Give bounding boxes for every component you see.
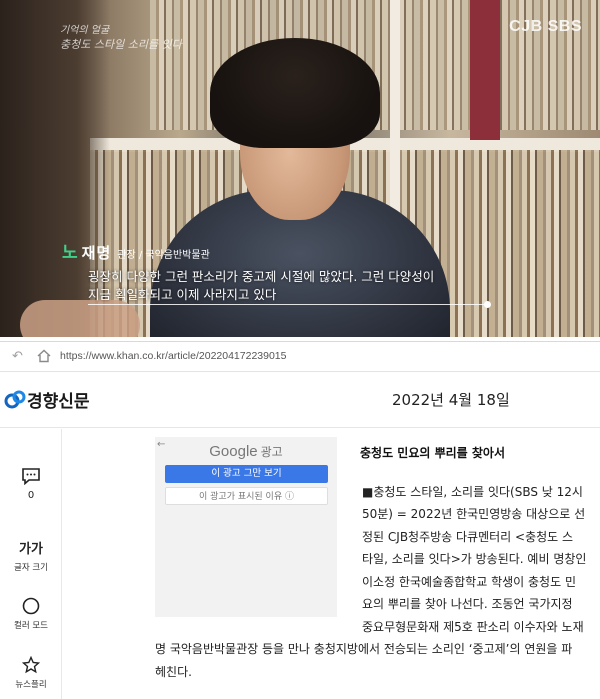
red-record-spine bbox=[470, 0, 500, 140]
comment-count: 0 bbox=[27, 490, 35, 501]
newspaper-masthead: 경향신문 2022년 4월 18일 bbox=[0, 372, 600, 428]
url-field[interactable]: https://www.khan.co.kr/article/202204172… bbox=[60, 350, 286, 362]
broadcaster-logo: CJB SBS bbox=[509, 18, 582, 35]
article-line: 중요무형문화재 제5호 판소리 이수자와 노재 bbox=[362, 620, 584, 634]
newsplay-label: 뉴스플리 bbox=[15, 680, 47, 690]
google-wordmark: Google bbox=[209, 443, 258, 460]
font-size-icon: 가가 bbox=[19, 542, 43, 557]
color-mode-button[interactable]: 컬러 모드 bbox=[0, 597, 62, 631]
font-size-label: 글자 크기 bbox=[14, 563, 48, 573]
subtitle-line1: 굉장히 다양한 그런 판소리가 중고제 시절에 많았다. 그런 다양성이 bbox=[88, 269, 435, 284]
address-bar: ↶ https://www.khan.co.kr/article/2022041… bbox=[0, 342, 600, 372]
google-ad-brand: Google 광고 bbox=[155, 443, 337, 460]
comment-icon bbox=[22, 468, 40, 485]
interviewee-hair bbox=[210, 38, 380, 148]
ad-label: 광고 bbox=[260, 445, 283, 459]
article-line: 50분) = 2022년 한국민영방송 대상으로 선 bbox=[362, 507, 586, 521]
star-icon bbox=[22, 656, 40, 674]
article-line: 명 국악음반박물관장 등을 만나 충청지방에서 전승되는 소리인 ‘중고제’의 … bbox=[155, 642, 573, 656]
article-tool-sidebar: 0 가가 글자 크기 컬러 모드 뉴스플리 bbox=[0, 429, 62, 699]
google-ad-panel: ← Google 광고 이 광고 그만 보기 이 광고가 표시된 이유 ⓘ bbox=[155, 437, 337, 617]
article-line: 요의 뿌리를 찾아 나선다. 조동언 국가지정 bbox=[362, 597, 573, 611]
newspaper-logo-text[interactable]: 경향신문 bbox=[27, 387, 90, 412]
subtitle: 굉장히 다양한 그런 판소리가 중고제 시절에 많았다. 그런 다양성이 지금 … bbox=[88, 268, 434, 304]
caption-surname: 노 bbox=[62, 243, 78, 263]
home-icon[interactable] bbox=[36, 348, 52, 364]
caption-title: 관장 / 국악음반박물관 bbox=[117, 250, 210, 261]
name-caption: 노 재명 관장 / 국악음반박물관 bbox=[62, 238, 210, 263]
caption-given-name: 재명 bbox=[81, 244, 112, 262]
font-size-button[interactable]: 가가 글자 크기 bbox=[0, 538, 62, 573]
interviewee-hand bbox=[20, 300, 140, 337]
subtitle-line2: 지금 획일화되고 이제 사라지고 있다 bbox=[88, 287, 277, 302]
back-arrow-icon[interactable]: ↶ bbox=[12, 349, 23, 364]
color-mode-label: 컬러 모드 bbox=[14, 621, 48, 631]
program-logo: 기억의 얼굴 충청도 스타일 소리를 잇다 bbox=[60, 24, 182, 52]
browser-window: ↶ https://www.khan.co.kr/article/2022041… bbox=[0, 341, 600, 699]
color-mode-icon bbox=[22, 597, 40, 615]
edition-date: 2022년 4월 18일 bbox=[392, 391, 510, 409]
program-logo-line1: 기억의 얼굴 bbox=[60, 25, 110, 36]
program-logo-line2: 충청도 스타일 소리를 잇다 bbox=[60, 38, 182, 51]
article-headline: 충청도 민요의 뿌리를 찾아서 bbox=[360, 446, 506, 460]
video-still: 기억의 얼굴 충청도 스타일 소리를 잇다 CJB SBS 노 재명 관장 / … bbox=[0, 0, 600, 337]
article-line: 정된 CJB청주방송 다큐멘터리 <충청도 스 bbox=[362, 530, 574, 544]
article-line: 헤친다. bbox=[155, 665, 192, 679]
subtitle-underline bbox=[88, 304, 488, 305]
article-line: ■충청도 스타일, 소리를 잇다(SBS 낮 12시 bbox=[362, 485, 583, 499]
newsplay-button[interactable]: 뉴스플리 bbox=[0, 656, 62, 690]
comment-button[interactable]: 0 bbox=[0, 467, 62, 501]
article-line: 이소정 한국예술종합학교 학생이 충청도 민 bbox=[362, 575, 576, 589]
khan-logo-icon[interactable] bbox=[4, 388, 26, 410]
stop-seeing-ad-button[interactable]: 이 광고 그만 보기 bbox=[165, 465, 328, 483]
subtitle-underline-dot bbox=[484, 301, 491, 308]
article-line: 타일, 소리를 잇다>가 방송된다. 예비 명창인 bbox=[362, 552, 587, 566]
why-this-ad-button[interactable]: 이 광고가 표시된 이유 ⓘ bbox=[165, 487, 328, 505]
